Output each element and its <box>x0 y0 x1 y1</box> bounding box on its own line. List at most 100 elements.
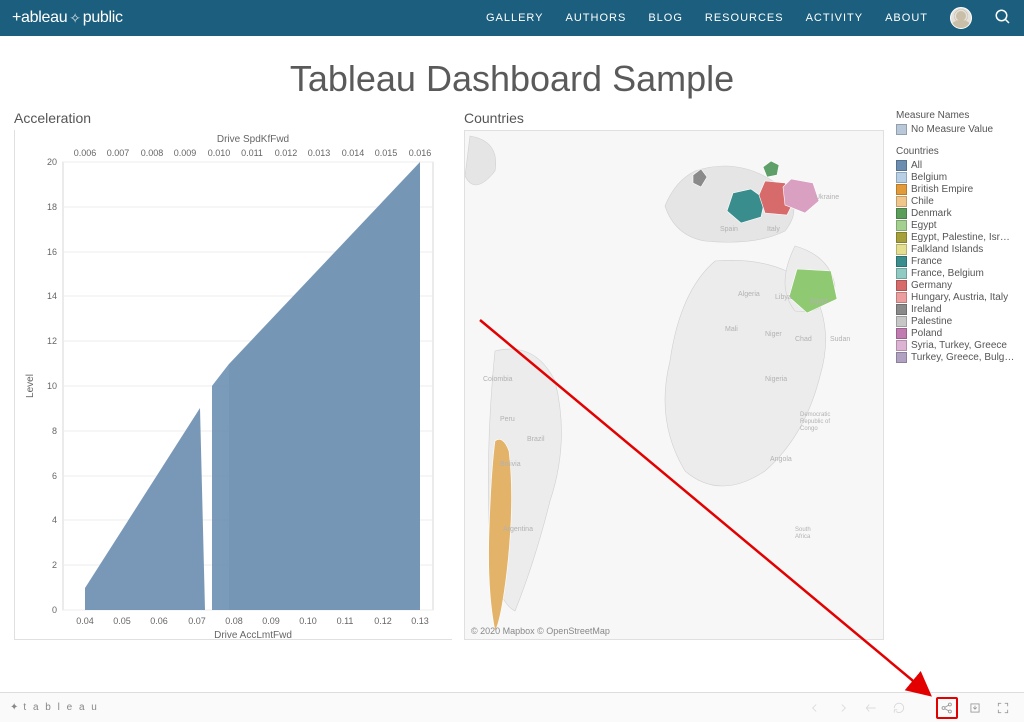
share-button[interactable] <box>936 697 958 719</box>
acceleration-label: Acceleration <box>14 110 452 126</box>
svg-text:0.13: 0.13 <box>411 616 429 626</box>
svg-text:0.09: 0.09 <box>262 616 280 626</box>
svg-text:0.016: 0.016 <box>409 148 432 158</box>
swatch-icon <box>896 172 907 183</box>
tableau-footer-logo[interactable]: ✦ t a b l e a u <box>10 702 99 713</box>
svg-text:0.007: 0.007 <box>107 148 130 158</box>
svg-text:Angola: Angola <box>770 456 792 463</box>
top-axis: 0.006 0.007 0.008 0.009 0.010 0.011 0.01… <box>74 148 432 158</box>
swatch-icon <box>896 124 907 135</box>
nav-links: GALLERY AUTHORS BLOG RESOURCES ACTIVITY … <box>486 7 1012 29</box>
legend-item[interactable]: France <box>896 256 1014 267</box>
nav-activity[interactable]: ACTIVITY <box>806 12 864 24</box>
legend-item[interactable]: Ireland <box>896 304 1014 315</box>
download-button[interactable] <box>964 697 986 719</box>
swatch-icon <box>896 292 907 303</box>
legend-item-label: Denmark <box>911 208 952 219</box>
legend-item-label: Hungary, Austria, Italy <box>911 292 1008 303</box>
swatch-icon <box>896 340 907 351</box>
legend-item[interactable]: British Empire <box>896 184 1014 195</box>
legend-item[interactable]: Chile <box>896 196 1014 207</box>
svg-text:Libya: Libya <box>775 294 792 301</box>
legend-item-label: Egypt <box>911 220 937 231</box>
legend-item[interactable]: Palestine <box>896 316 1014 327</box>
nav-about[interactable]: ABOUT <box>885 12 928 24</box>
svg-text:Bolivia: Bolivia <box>500 461 521 468</box>
svg-text:0.010: 0.010 <box>208 148 231 158</box>
svg-text:Niger: Niger <box>765 331 782 338</box>
svg-text:10: 10 <box>47 381 57 391</box>
fullscreen-button[interactable] <box>992 697 1014 719</box>
svg-text:14: 14 <box>47 291 57 301</box>
svg-text:Spain: Spain <box>720 226 738 233</box>
swatch-icon <box>896 232 907 243</box>
top-axis-title: Drive SpdKfFwd <box>217 134 289 145</box>
revert-button[interactable] <box>860 697 882 719</box>
svg-text:Sudan: Sudan <box>830 336 850 343</box>
legend-item-label: Ireland <box>911 304 942 315</box>
svg-text:Mali: Mali <box>725 326 738 333</box>
top-nav-bar: +ableau ✧ public GALLERY AUTHORS BLOG RE… <box>0 0 1024 36</box>
svg-text:Democratic: Democratic <box>800 412 830 418</box>
legend-item-label: France <box>911 256 942 267</box>
svg-text:Peru: Peru <box>500 416 515 423</box>
svg-text:0.014: 0.014 <box>342 148 365 158</box>
legend-item[interactable]: Hungary, Austria, Italy <box>896 292 1014 303</box>
refresh-button[interactable] <box>888 697 910 719</box>
countries-label: Countries <box>464 110 884 126</box>
map-credit: © 2020 Mapbox © OpenStreetMap <box>471 626 610 636</box>
svg-text:0.06: 0.06 <box>150 616 168 626</box>
nav-gallery[interactable]: GALLERY <box>486 12 544 24</box>
svg-text:0.011: 0.011 <box>241 148 263 158</box>
legend-item[interactable]: All <box>896 160 1014 171</box>
svg-text:South: South <box>795 527 811 533</box>
y-axis-title: Level <box>25 374 36 398</box>
svg-text:Nigeria: Nigeria <box>765 376 787 383</box>
legend-item-label: Syria, Turkey, Greece <box>911 340 1007 351</box>
legend-item[interactable]: Egypt <box>896 220 1014 231</box>
country-denmark <box>763 161 779 177</box>
viz-toolbar: ✦ t a b l e a u <box>0 692 1024 722</box>
legend-item[interactable]: Syria, Turkey, Greece <box>896 340 1014 351</box>
legend-item[interactable]: Turkey, Greece, Bulg… <box>896 352 1014 363</box>
svg-text:Argentina: Argentina <box>503 526 533 533</box>
legend-item[interactable]: Falkland Islands <box>896 244 1014 255</box>
legend-item[interactable]: Poland <box>896 328 1014 339</box>
legend-measure-item[interactable]: No Measure Value <box>896 124 1014 135</box>
legend-item[interactable]: Denmark <box>896 208 1014 219</box>
user-avatar[interactable] <box>950 7 972 29</box>
swatch-icon <box>896 316 907 327</box>
svg-text:16: 16 <box>47 247 57 257</box>
legend-item[interactable]: Egypt, Palestine, Isr… <box>896 232 1014 243</box>
toolbar-right <box>804 697 1014 719</box>
svg-text:Brazil: Brazil <box>527 436 545 443</box>
redo-button[interactable] <box>832 697 854 719</box>
tableau-public-logo[interactable]: +ableau ✧ public <box>12 9 123 27</box>
legend-item[interactable]: Germany <box>896 280 1014 291</box>
nav-blog[interactable]: BLOG <box>648 12 683 24</box>
legend-item-label: Poland <box>911 328 942 339</box>
legend-item-label: Chile <box>911 196 934 207</box>
legend-countries-title: Countries <box>896 146 1014 157</box>
search-icon[interactable] <box>994 8 1012 29</box>
svg-text:Republic of: Republic of <box>800 419 830 425</box>
svg-text:0.009: 0.009 <box>174 148 197 158</box>
legend-countries-list: AllBelgiumBritish EmpireChileDenmarkEgyp… <box>896 160 1014 363</box>
world-map[interactable]: Spain Italy Ukraine Algeria Libya Egypt … <box>464 130 884 640</box>
svg-text:0.08: 0.08 <box>225 616 243 626</box>
acceleration-chart[interactable]: Drive SpdKfFwd 0.006 0.007 0.008 0.009 0… <box>14 130 452 640</box>
legend-item[interactable]: Belgium <box>896 172 1014 183</box>
legend-item-label: Falkland Islands <box>911 244 983 255</box>
undo-button[interactable] <box>804 697 826 719</box>
legend-item-label: All <box>911 160 922 171</box>
legend-item[interactable]: France, Belgium <box>896 268 1014 279</box>
nav-authors[interactable]: AUTHORS <box>566 12 627 24</box>
dashboard-title: Tableau Dashboard Sample <box>0 36 1024 110</box>
svg-text:0: 0 <box>52 605 57 615</box>
svg-text:0.008: 0.008 <box>141 148 164 158</box>
nav-resources[interactable]: RESOURCES <box>705 12 784 24</box>
countries-panel: Countries <box>464 110 884 640</box>
footer-logo-text: t a b l e a u <box>23 702 98 713</box>
swatch-icon <box>896 244 907 255</box>
svg-text:4: 4 <box>52 515 57 525</box>
